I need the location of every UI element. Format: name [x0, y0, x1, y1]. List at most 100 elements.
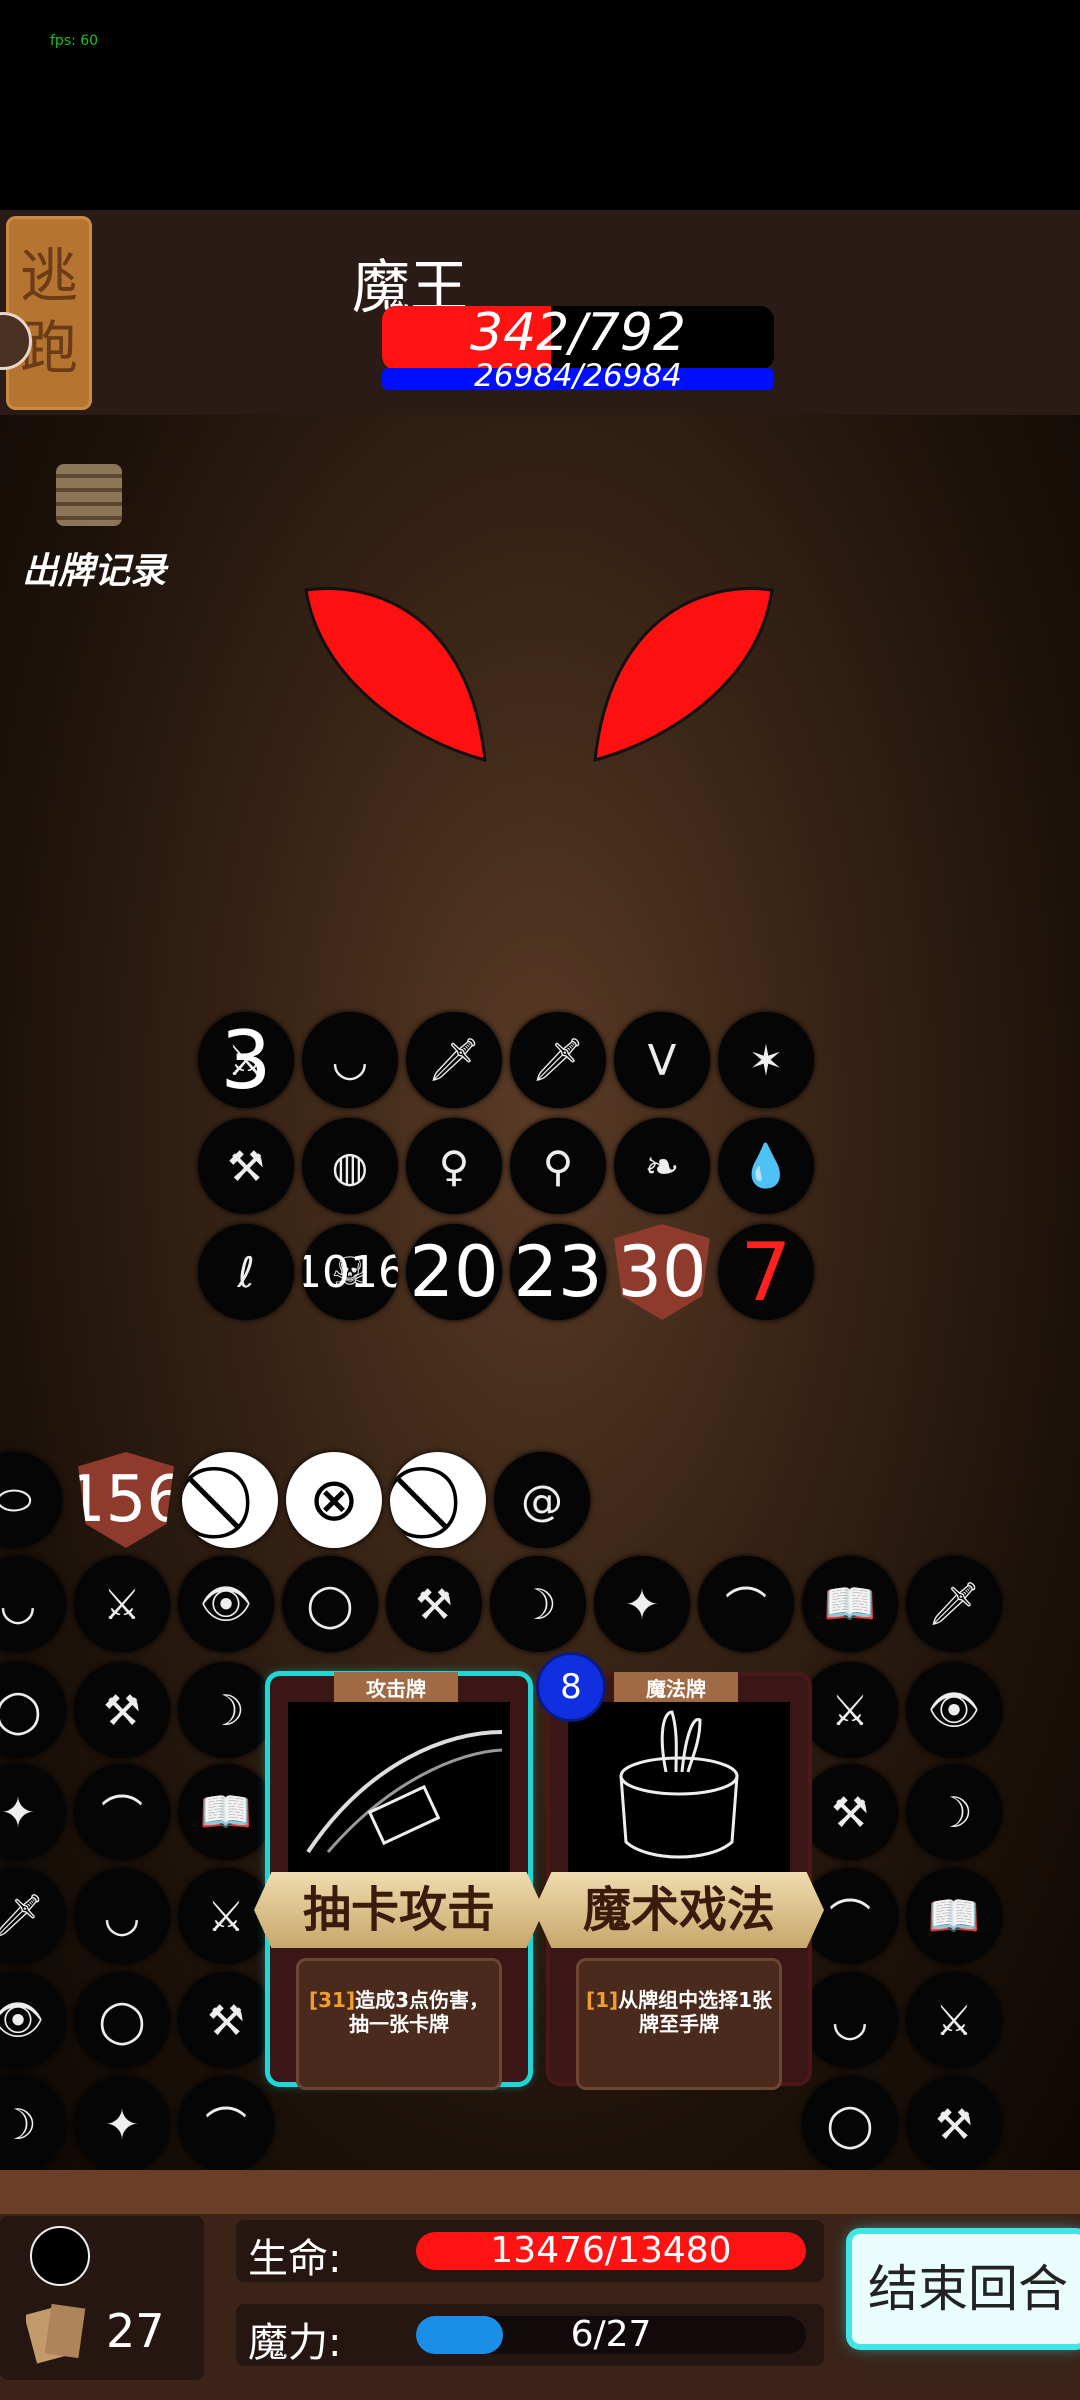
inventory-item-icon[interactable]: ✦	[74, 2076, 170, 2172]
deck-count: 27	[106, 2304, 165, 2358]
inventory-item-icon[interactable]: ⚒	[906, 2076, 1002, 2172]
item-glyph: ⚔	[935, 1995, 973, 2045]
hand-card-2[interactable]: 魔法牌 魔术戏法 [1]从牌组中选择1张牌至手牌	[534, 1672, 824, 2090]
boss-buff-icon[interactable]: 7	[718, 1224, 814, 1320]
inventory-item-icon[interactable]: ⚒	[74, 1662, 170, 1758]
inventory-item-icon[interactable]: ⚒	[386, 1556, 482, 1652]
item-glyph: ☽	[935, 1787, 973, 1837]
boss-buff-icon[interactable]: ⚲	[510, 1118, 606, 1214]
inventory-item-icon[interactable]: 👁	[178, 1556, 274, 1652]
hud-divider	[0, 2170, 1080, 2214]
item-glyph: 👁	[927, 1685, 981, 1734]
inventory-item-icon[interactable]: ◡	[802, 1972, 898, 2068]
inventory-item-icon[interactable]: 📖	[906, 1868, 1002, 1964]
inventory-item-icon[interactable]: ⚔	[802, 1662, 898, 1758]
item-glyph: ⚒	[831, 1787, 869, 1837]
inventory-item-icon[interactable]: ☽	[906, 1764, 1002, 1860]
inventory-item-icon[interactable]: 📖	[802, 1556, 898, 1652]
end-turn-button[interactable]: 结束回合	[852, 2234, 1080, 2344]
inventory-item-icon[interactable]: ☽	[0, 2076, 66, 2172]
forbidden-icon[interactable]: ⃠	[182, 1452, 278, 1548]
card-description: [31]造成3点伤害，抽一张卡牌	[296, 1958, 502, 2090]
card-log-label[interactable]: 出牌记录	[22, 542, 166, 594]
inventory-item-icon[interactable]: 🗡	[0, 1868, 66, 1964]
card-description: [1]从牌组中选择1张牌至手牌	[576, 1958, 782, 2090]
boss-buff-icon[interactable]: ⚔ 3	[198, 1012, 294, 1108]
item-glyph: 👁	[199, 1579, 253, 1628]
buff-glyph: ⚒	[227, 1141, 265, 1191]
boss-buff-icon[interactable]: ◍	[302, 1118, 398, 1214]
item-glyph: ✦	[104, 2099, 140, 2149]
inventory-item-icon[interactable]: ◯	[802, 2076, 898, 2172]
item-glyph: ⚒	[103, 1685, 141, 1735]
inventory-item-icon[interactable]: ⚔	[74, 1556, 170, 1652]
inventory-item-icon[interactable]: ✦	[594, 1556, 690, 1652]
inventory-item-icon[interactable]: 👁	[906, 1662, 1002, 1758]
inventory-item-icon[interactable]: 🗡	[906, 1556, 1002, 1652]
inventory-item-icon[interactable]: ⚔	[906, 1972, 1002, 2068]
item-glyph: 👁	[0, 1995, 45, 2044]
boss-buff-icon[interactable]: 🗡	[510, 1012, 606, 1108]
spiral-icon[interactable]: @	[494, 1452, 590, 1548]
boss-buff-icon[interactable]: 🗡	[406, 1012, 502, 1108]
hp-value: 13476/13480	[490, 2230, 732, 2271]
inventory-item-icon[interactable]: 📖	[178, 1764, 274, 1860]
boss-buff-icon[interactable]: ❧	[614, 1118, 710, 1214]
inventory-item-icon[interactable]: ⌒	[178, 2076, 274, 2172]
boss-buff-icon[interactable]: ✶	[718, 1012, 814, 1108]
boss-buff-icon[interactable]: ♀	[406, 1118, 502, 1214]
item-glyph: ☽	[0, 2099, 37, 2149]
inventory-item-icon[interactable]: ⌒	[698, 1556, 794, 1652]
inventory-item-icon[interactable]: ☽	[178, 1662, 274, 1758]
inventory-item-icon[interactable]: ◯	[282, 1556, 378, 1652]
card-desc-code: [1]	[585, 1988, 619, 2012]
buff-value: 1016	[302, 1246, 398, 1298]
silence-icon[interactable]: ⊗	[286, 1452, 382, 1548]
item-glyph: ⚒	[935, 2099, 973, 2149]
inventory-item-icon[interactable]: ⌒	[74, 1764, 170, 1860]
buff-glyph: 🗡	[531, 1035, 585, 1084]
card-log-icon[interactable]	[56, 464, 122, 526]
buff-glyph: ᐯ	[647, 1035, 677, 1085]
boss-hp-text: 342/792	[469, 303, 687, 363]
boss-buff-icon[interactable]: 20	[406, 1224, 502, 1320]
inventory-item-icon[interactable]: ◯	[0, 1662, 66, 1758]
inventory-item-icon[interactable]: ◯	[74, 1972, 170, 2068]
boss-buff-icon[interactable]: 💧	[718, 1118, 814, 1214]
card-desc-code: [31]	[308, 1988, 356, 2012]
inventory-item-icon[interactable]: ✦	[0, 1764, 66, 1860]
boss-buff-icon[interactable]: ℓ	[198, 1224, 294, 1320]
inventory-item-icon[interactable]: ◡	[0, 1556, 66, 1652]
forbidden-icon-2[interactable]: ⃠	[390, 1452, 486, 1548]
item-glyph: ⌒	[100, 1790, 143, 1840]
inventory-item-icon[interactable]: ⚒	[178, 1972, 274, 2068]
buff-value: 23	[513, 1231, 603, 1313]
inventory-item-icon[interactable]: ◡	[74, 1868, 170, 1964]
boss-buff-icon[interactable]: ⚒	[198, 1118, 294, 1214]
boss-buff-icon[interactable]: ◡	[302, 1012, 398, 1108]
item-glyph: ⌒	[724, 1582, 767, 1632]
mp-value: 6/27	[570, 2314, 652, 2355]
boss-buff-icon[interactable]: 23	[510, 1224, 606, 1320]
card-art-slash-icon	[288, 1702, 510, 1878]
buff-value: 20	[409, 1231, 499, 1313]
inventory-item-icon[interactable]: 👁	[0, 1972, 66, 2068]
item-glyph: ⚒	[207, 1995, 245, 2045]
boss-buff-icon[interactable]: ☠ 1016	[302, 1224, 398, 1320]
status-egg-icon[interactable]: ⬭	[0, 1452, 62, 1548]
buff-glyph: ❧	[644, 1141, 680, 1191]
fps-counter: fps: 60	[50, 33, 99, 49]
inventory-item-icon[interactable]: ⚒	[802, 1764, 898, 1860]
relic-slot-icon[interactable]	[30, 2226, 90, 2286]
boss-buff-icon[interactable]: ᐯ	[614, 1012, 710, 1108]
item-glyph: ⚒	[415, 1579, 453, 1629]
buff-glyph: ℓ	[237, 1247, 255, 1297]
item-glyph: 🗡	[0, 1891, 45, 1940]
hand-card-1[interactable]: 攻击牌 抽卡攻击 [31]造成3点伤害，抽一张卡牌	[254, 1672, 544, 2090]
demon-eyes-icon	[304, 587, 774, 763]
card-desc-text: 从牌组中选择1张牌至手牌	[618, 1988, 773, 2036]
inventory-item-icon[interactable]: ☽	[490, 1556, 586, 1652]
item-glyph: ⌒	[204, 2102, 247, 2152]
escape-button[interactable]: 逃跑	[6, 216, 92, 410]
deck-cards-icon	[26, 2303, 86, 2364]
